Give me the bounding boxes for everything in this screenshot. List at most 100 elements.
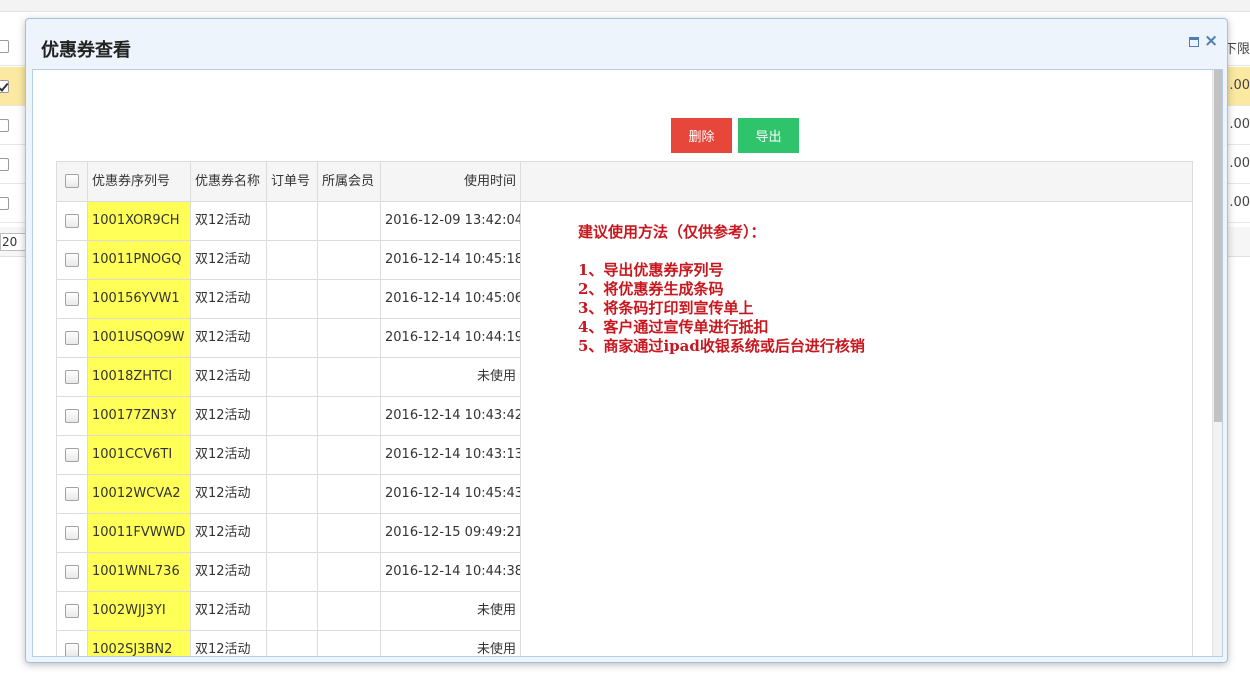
cell-name: 双12活动 [191, 397, 267, 435]
vertical-scrollbar[interactable] [1212, 70, 1222, 656]
cell-used-time: 2016-12-14 10:45:06 [381, 280, 521, 318]
table-row[interactable]: 1002SJ3BN2 双12活动 未使用 [57, 631, 521, 656]
cell-order [267, 397, 318, 435]
table-row[interactable]: 10018ZHTCI 双12活动 未使用 [57, 358, 521, 397]
instructions-title: 建议使用方法（仅供参考）： [578, 223, 766, 241]
cell-used-time: 2016-12-14 10:44:38 [381, 553, 521, 591]
table-row[interactable]: 1001XOR9CH 双12活动 2016-12-09 13:42:04 [57, 202, 521, 241]
row-checkbox[interactable] [65, 292, 79, 306]
row-select-cell [57, 241, 88, 279]
row-checkbox[interactable] [65, 253, 79, 267]
table-row[interactable]: 100177ZN3Y 双12活动 2016-12-14 10:43:42 [57, 397, 521, 436]
row-checkbox[interactable] [65, 370, 79, 384]
row-checkbox[interactable] [65, 526, 79, 540]
cell-serial: 1001XOR9CH [88, 202, 191, 240]
cell-name: 双12活动 [191, 592, 267, 630]
cell-member [318, 280, 381, 318]
table-row[interactable]: 1001USQO9W 双12活动 2016-12-14 10:44:19 [57, 319, 521, 358]
select-all-cell [57, 162, 88, 201]
cell-order [267, 241, 318, 279]
row-checkbox[interactable] [65, 214, 79, 228]
table-row[interactable]: 1001CCV6TI 双12活动 2016-12-14 10:43:13 [57, 436, 521, 475]
cell-used-time: 2016-12-14 10:45:43 [381, 475, 521, 513]
row-checkbox[interactable] [65, 409, 79, 423]
cell-member [318, 592, 381, 630]
cell-serial: 1001WNL736 [88, 553, 191, 591]
cell-used-time: 未使用 [381, 358, 521, 396]
dialog-title: 优惠券查看 [41, 40, 131, 61]
cell-member [318, 631, 381, 656]
row-select-cell [57, 436, 88, 474]
coupon-view-dialog: 优惠券查看 × 删除 导出 优惠券序列号 优惠券名称 订单号 所属会员 使用时间… [25, 18, 1228, 663]
cell-serial: 10011PNOGQ [88, 241, 191, 279]
background-row-value: .00 [1229, 78, 1250, 93]
row-checkbox[interactable] [65, 643, 79, 656]
cell-order [267, 631, 318, 656]
background-row-checkbox[interactable] [0, 197, 9, 210]
background-select-all-checkbox[interactable] [0, 40, 9, 53]
cell-name: 双12活动 [191, 202, 267, 240]
row-select-cell [57, 202, 88, 240]
close-icon[interactable]: × [1204, 33, 1218, 50]
row-checkbox[interactable] [65, 487, 79, 501]
cell-order [267, 553, 318, 591]
table-row[interactable]: 1002WJJ3YI 双12活动 未使用 [57, 592, 521, 631]
column-header-name[interactable]: 优惠券名称 [191, 162, 267, 201]
background-row-checkbox[interactable] [0, 80, 9, 93]
row-checkbox[interactable] [65, 565, 79, 579]
row-select-cell [57, 280, 88, 318]
cell-member [318, 514, 381, 552]
row-checkbox[interactable] [65, 331, 79, 345]
cell-serial: 1002SJ3BN2 [88, 631, 191, 656]
cell-name: 双12活动 [191, 514, 267, 552]
column-header-order[interactable]: 订单号 [267, 162, 318, 201]
cell-order [267, 319, 318, 357]
cell-order [267, 358, 318, 396]
scrollbar-thumb[interactable] [1214, 70, 1222, 422]
export-button[interactable]: 导出 [738, 118, 799, 153]
cell-member [318, 358, 381, 396]
column-header-used-time[interactable]: 使用时间 [381, 162, 521, 201]
cell-serial: 10012WCVA2 [88, 475, 191, 513]
cell-used-time: 2016-12-14 10:43:42 [381, 397, 521, 435]
column-header-serial[interactable]: 优惠券序列号 [88, 162, 191, 201]
instruction-step: 5、商家通过ipad收银系统或后台进行核销 [578, 337, 865, 355]
table-header: 优惠券序列号 优惠券名称 订单号 所属会员 使用时间 [57, 162, 1192, 202]
cell-used-time: 2016-12-15 09:49:21 [381, 514, 521, 552]
delete-button[interactable]: 删除 [671, 118, 732, 153]
row-select-cell [57, 631, 88, 656]
cell-order [267, 202, 318, 240]
background-page-size-select[interactable]: 20 [0, 233, 26, 251]
table-row[interactable]: 10011PNOGQ 双12活动 2016-12-14 10:45:18 [57, 241, 521, 280]
table-row[interactable]: 10012WCVA2 双12活动 2016-12-14 10:45:43 [57, 475, 521, 514]
background-row-checkbox[interactable] [0, 158, 9, 171]
cell-order [267, 280, 318, 318]
maximize-icon[interactable] [1187, 35, 1200, 48]
select-all-checkbox[interactable] [65, 174, 79, 188]
cell-member [318, 241, 381, 279]
row-select-cell [57, 397, 88, 435]
cell-serial: 1001CCV6TI [88, 436, 191, 474]
row-checkbox[interactable] [65, 448, 79, 462]
table-row[interactable]: 1001WNL736 双12活动 2016-12-14 10:44:38 [57, 553, 521, 592]
background-row-checkbox[interactable] [0, 119, 9, 132]
row-checkbox[interactable] [65, 604, 79, 618]
instruction-step: 2、将优惠券生成条码 [578, 280, 724, 298]
column-header-member[interactable]: 所属会员 [318, 162, 381, 201]
cell-name: 双12活动 [191, 280, 267, 318]
row-select-cell [57, 475, 88, 513]
row-select-cell [57, 592, 88, 630]
table-row[interactable]: 100156YVW1 双12活动 2016-12-14 10:45:06 [57, 280, 521, 319]
cell-member [318, 436, 381, 474]
cell-used-time: 未使用 [381, 592, 521, 630]
table-row[interactable]: 10011FVWWD 双12活动 2016-12-15 09:49:21 [57, 514, 521, 553]
cell-member [318, 553, 381, 591]
cell-serial: 10011FVWWD [88, 514, 191, 552]
cell-order [267, 475, 318, 513]
cell-order [267, 514, 318, 552]
row-select-cell [57, 358, 88, 396]
background-toolbar [0, 0, 1250, 12]
cell-name: 双12活动 [191, 241, 267, 279]
background-row-value: .00 [1229, 156, 1250, 171]
instruction-step: 3、将条码打印到宣传单上 [578, 299, 754, 317]
